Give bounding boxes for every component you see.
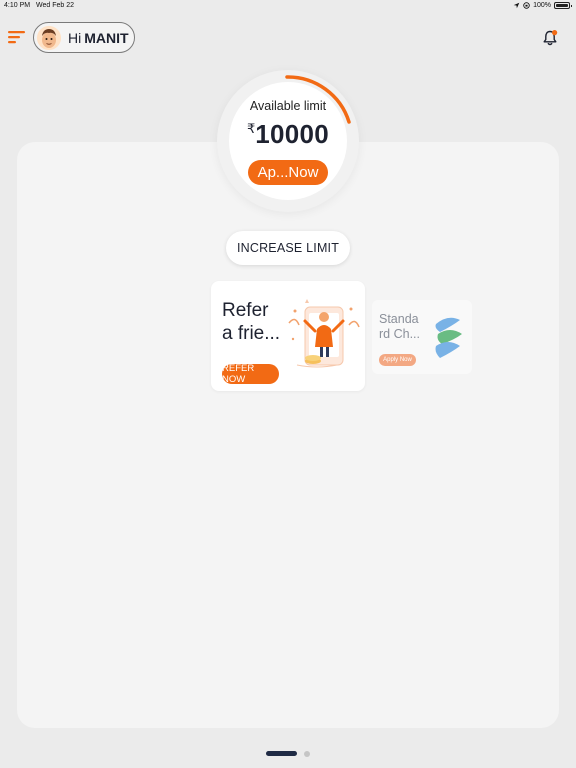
main-content-panel (17, 142, 559, 728)
increase-limit-button[interactable]: INCREASE LIMIT (226, 231, 350, 265)
status-date: Wed Feb 22 (36, 2, 75, 9)
refer-illustration-icon (288, 299, 360, 368)
refer-now-button[interactable]: REFER NOW (222, 363, 279, 385)
page-indicator-active[interactable] (266, 751, 297, 756)
greeting-word: Hi (68, 29, 82, 46)
user-name: MANIT (84, 29, 129, 46)
sc-title-line2: rd Ch... (379, 327, 420, 341)
hamburger-menu-icon[interactable] (8, 29, 28, 45)
standard-chartered-card[interactable]: Standa rd Ch... Apply Now (372, 300, 472, 374)
limit-value: 10000 (255, 119, 330, 149)
profile-greeting-button[interactable]: Hi MANIT (33, 22, 135, 53)
standard-chartered-logo-icon (435, 317, 462, 358)
page-indicator-dot[interactable] (304, 751, 310, 757)
greeting-text: Hi MANIT (68, 30, 129, 46)
bell-icon[interactable] (541, 29, 559, 47)
location-arrow-icon (513, 2, 520, 9)
battery-icon (554, 2, 572, 9)
status-time: 4:10 PM (4, 2, 31, 9)
available-limit-label: Available limit (249, 99, 327, 113)
refer-title-line1: Refer (222, 300, 269, 321)
apply-now-button[interactable]: Ap...Now (248, 160, 328, 185)
battery-percent: 100% (533, 2, 551, 9)
status-bar: 4:10 PM Wed Feb 22 100% (0, 0, 576, 12)
refer-card-title: Refer a frie... (222, 299, 292, 345)
available-limit-amount: ₹10000 (230, 119, 346, 150)
sc-title-line1: Standa (379, 312, 419, 326)
lock-rotation-icon (523, 2, 530, 9)
sc-card-title: Standa rd Ch... (379, 312, 427, 342)
memoji-avatar-icon (37, 25, 61, 50)
refer-title-line2: a frie... (222, 323, 281, 344)
currency-symbol: ₹ (246, 121, 256, 136)
apply-now-small-button[interactable]: Apply Now (379, 354, 416, 366)
status-indicators: 100% (513, 2, 572, 9)
refer-friend-card[interactable]: Refer a frie... REFER NOW (211, 281, 365, 391)
